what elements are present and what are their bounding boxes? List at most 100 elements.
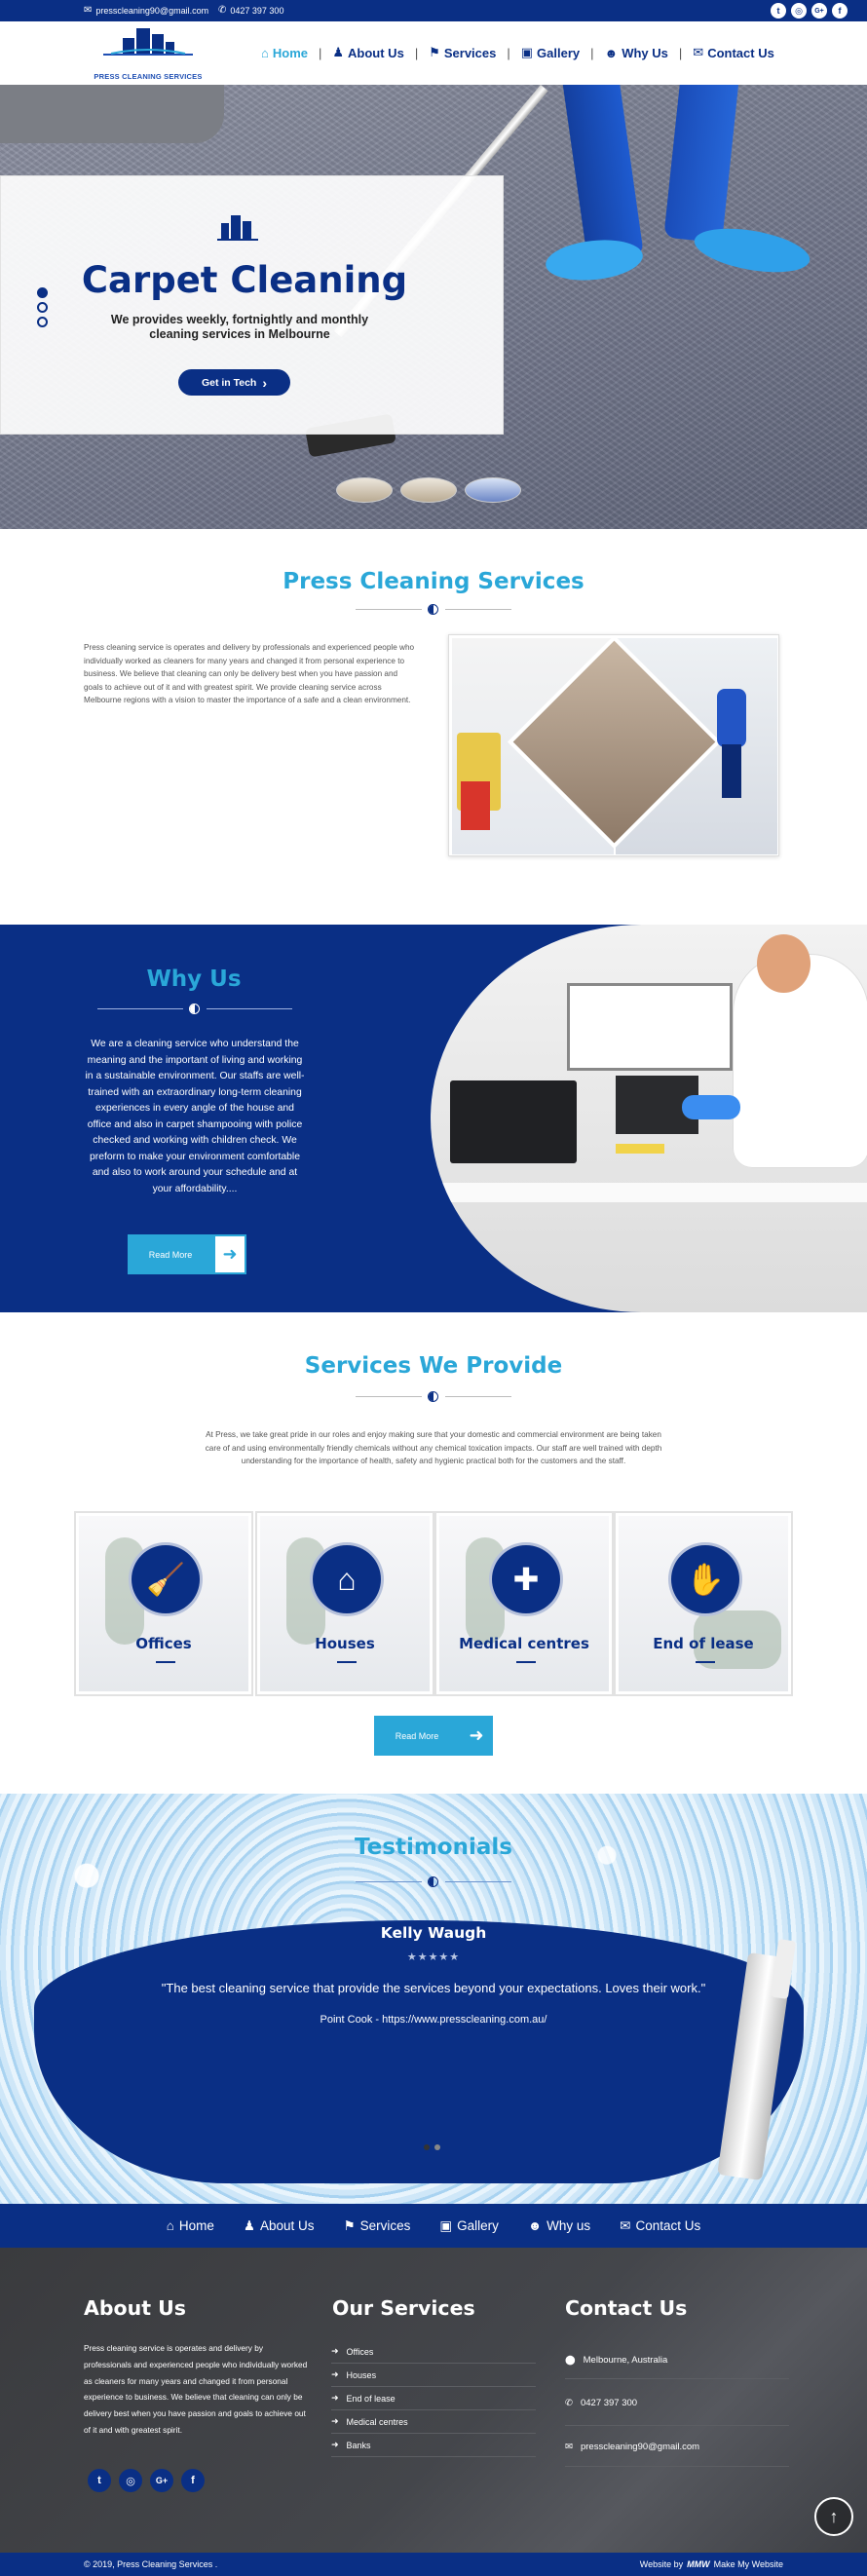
top-phone-text: 0427 397 300 [230, 5, 284, 16]
hero-shoe-cover-image [691, 220, 813, 281]
top-email[interactable]: ✉ presscleaning90@gmail.com [84, 5, 208, 16]
hero-subtitle: We provides weekly, fortnightly and mont… [110, 313, 369, 341]
top-phone[interactable]: ✆ 0427 397 300 [218, 5, 283, 16]
slider-dot[interactable] [37, 317, 48, 327]
why-us-title: Why Us [146, 966, 242, 992]
slider-thumbnail[interactable] [465, 477, 521, 503]
nav-gallery[interactable]: ▣ Gallery [521, 45, 580, 60]
google-plus-icon[interactable]: G+ [811, 3, 827, 19]
why-us-section: Why Us We are a cleaning service who und… [0, 925, 867, 1312]
footer-nav-gallery[interactable]: ▣ Gallery [439, 2218, 499, 2234]
why-us-image [431, 925, 867, 1312]
service-card-offices[interactable]: 🧹 Offices [74, 1511, 253, 1696]
broom-icon: ⚑ [343, 2217, 356, 2233]
arrow-right-icon: ➜ [331, 2440, 339, 2449]
half-circle-icon [189, 1004, 200, 1014]
arrow-right-icon: ➜ [331, 2393, 339, 2403]
top-social-links: t ◎ G+ f [771, 3, 848, 19]
get-in-touch-button[interactable]: Get in Tech › [178, 369, 290, 396]
read-more-label: Read More [374, 1716, 460, 1756]
service-card-end-of-lease[interactable]: ✋ End of lease [614, 1511, 793, 1696]
footer-service-link[interactable]: ➜ Offices [331, 2340, 536, 2364]
service-card-label: Medical centres [459, 1635, 589, 1652]
section-divider [356, 1391, 511, 1403]
make-my-website-logo: MMW [687, 2559, 710, 2569]
footer-nav-label: Gallery [457, 2218, 499, 2233]
section-divider [356, 1876, 511, 1888]
slider-dot[interactable] [37, 302, 48, 313]
arrow-right-icon: ➜ [331, 2346, 339, 2356]
nav-about[interactable]: ♟ About Us [332, 45, 403, 60]
footer-nav: ⌂ Home ♟ About Us ⚑ Services ▣ Gallery ☻ Why … [0, 2204, 867, 2248]
footer-nav-contact[interactable]: ✉ Contact Us [620, 2218, 700, 2234]
nav-services[interactable]: ⚑ Services [429, 45, 496, 60]
image-icon: ▣ [520, 45, 534, 59]
service-card-label: Houses [315, 1635, 375, 1652]
footer-nav-label: Services [359, 2218, 411, 2233]
twitter-icon[interactable]: t [771, 3, 786, 19]
credit-name: Make My Website [713, 2559, 783, 2569]
footer-email[interactable]: ✉ presscleaning90@gmail.com [565, 2426, 789, 2467]
services-read-more-button[interactable]: Read More ➜ [374, 1716, 493, 1756]
map-pin-icon: ⬤ [565, 2355, 576, 2366]
nav-why-us[interactable]: ☻ Why Us [605, 46, 668, 60]
why-read-more-button[interactable]: Read More ➜ [128, 1234, 246, 1274]
footer-nav-about[interactable]: ♟ About Us [244, 2218, 315, 2234]
testimonial-dot[interactable] [424, 2144, 430, 2150]
footer-phone[interactable]: ✆ 0427 397 300 [565, 2379, 789, 2426]
section-divider [97, 1004, 292, 1015]
slider-thumbnail[interactable] [336, 477, 393, 503]
testimonial-dots [424, 2144, 440, 2150]
nav-contact-label: Contact Us [707, 45, 774, 60]
footer-email-text: presscleaning90@gmail.com [580, 2442, 700, 2452]
copyright-text: © 2019, Press Cleaning Services . [84, 2559, 218, 2569]
footer-contact-list: ⬤ Melbourne, Australia ✆ 0427 397 300 ✉ pre… [565, 2340, 789, 2467]
slider-dots [37, 287, 48, 327]
hero-caption-box: Carpet Cleaning We provides weekly, fort… [0, 175, 504, 435]
footer-phone-text: 0427 397 300 [580, 2398, 638, 2408]
google-plus-icon[interactable]: G+ [150, 2469, 173, 2492]
instagram-icon[interactable]: ◎ [791, 3, 807, 19]
phone-icon: ✆ [218, 5, 227, 16]
footer-service-link[interactable]: ➜ Houses [331, 2364, 536, 2387]
footer-services-title: Our Services [332, 2296, 475, 2320]
testimonial-dot[interactable] [434, 2144, 440, 2150]
footer-about-title: About Us [84, 2296, 187, 2320]
slider-thumbnail[interactable] [400, 477, 457, 503]
slider-dot[interactable] [37, 287, 48, 298]
nav-home[interactable]: ⌂ Home [261, 46, 308, 60]
footer-nav-label: Why us [547, 2218, 591, 2233]
site-logo[interactable]: PRESS CLEANING SERVICES [84, 24, 212, 85]
service-card-medical-centres[interactable]: ✚ Medical centres [434, 1511, 614, 1696]
footer-nav-services[interactable]: ⚑ Services [344, 2218, 411, 2234]
half-circle-icon [428, 1876, 438, 1887]
footer-service-link[interactable]: ➜ End of lease [331, 2387, 536, 2410]
twitter-icon[interactable]: t [88, 2469, 111, 2492]
get-in-touch-label: Get in Tech [201, 376, 257, 389]
nav-contact[interactable]: ✉ Contact Us [693, 45, 774, 60]
service-card-houses[interactable]: ⌂ Houses [255, 1511, 434, 1696]
footer-service-link[interactable]: ➜ Medical centres [331, 2410, 536, 2434]
footer-address-text: Melbourne, Australia [583, 2355, 668, 2366]
logo-text: PRESS CLEANING SERVICES [94, 72, 203, 81]
footer-nav-home[interactable]: ⌂ Home [167, 2218, 214, 2233]
half-circle-icon [428, 1391, 438, 1402]
hero-sofa-image [0, 85, 224, 143]
section-divider [356, 604, 511, 616]
nav-separator: | [507, 45, 510, 60]
footer-service-label: Houses [346, 2369, 377, 2380]
facebook-icon[interactable]: f [181, 2469, 205, 2492]
footer-service-link[interactable]: ➜ Banks [331, 2434, 536, 2457]
house-icon: ⌂ [310, 1542, 384, 1616]
website-credit[interactable]: Website by MMW Make My Website [640, 2559, 783, 2569]
instagram-icon[interactable]: ◎ [119, 2469, 142, 2492]
person-icon: ♟ [243, 2217, 255, 2233]
arrow-right-icon: ➜ [213, 1234, 246, 1274]
cleaner-icon: 🧹 [129, 1542, 203, 1616]
testimonial-quote: "The best cleaning service that provide … [161, 1981, 706, 1995]
back-to-top-button[interactable]: ↑ [814, 2497, 853, 2536]
nav-gallery-label: Gallery [537, 45, 581, 60]
footer-nav-why-us[interactable]: ☻ Why us [528, 2218, 590, 2233]
footer-service-label: Banks [346, 2440, 371, 2450]
facebook-icon[interactable]: f [832, 3, 848, 19]
